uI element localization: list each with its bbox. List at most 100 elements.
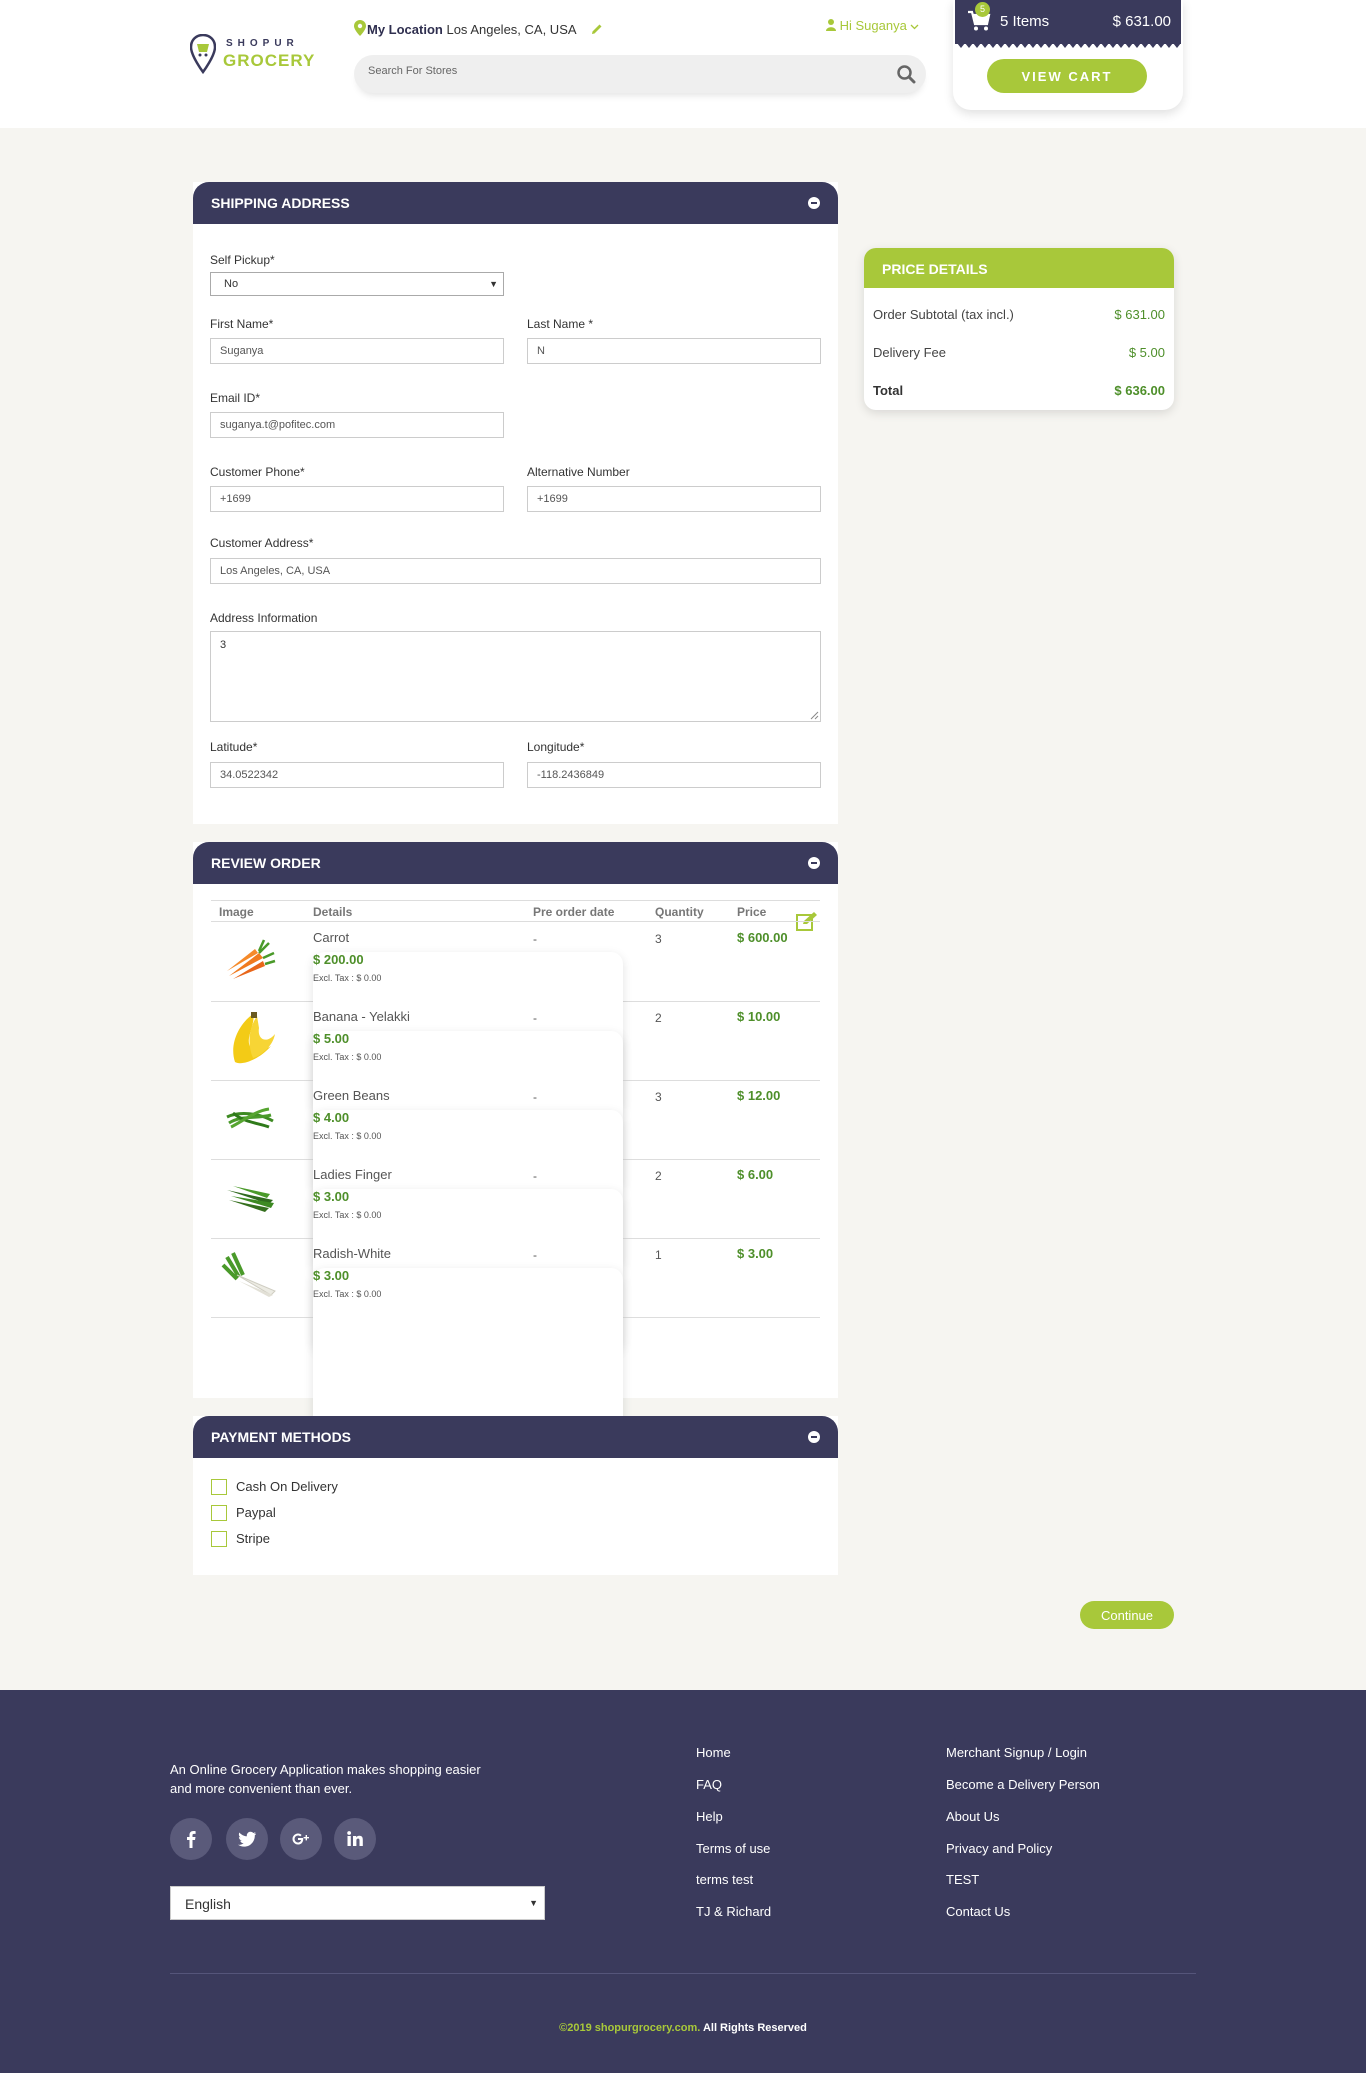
- footer-link-delivery-person[interactable]: Become a Delivery Person: [946, 1777, 1100, 1792]
- footer-link-terms-test[interactable]: terms test: [696, 1872, 753, 1887]
- footer-link-privacy[interactable]: Privacy and Policy: [946, 1841, 1052, 1856]
- footer-link-help[interactable]: Help: [696, 1809, 723, 1824]
- phone-field[interactable]: +1699: [210, 486, 504, 512]
- panel-title: REVIEW ORDER: [211, 855, 321, 871]
- cart-items-count: 5 Items: [1000, 13, 1050, 30]
- twitter-link[interactable]: [226, 1818, 268, 1860]
- language-value: English: [185, 1896, 231, 1912]
- user-greeting: Hi Suganya: [839, 18, 907, 33]
- latitude-field[interactable]: 34.0522342: [210, 762, 504, 788]
- item-total: $ 3.00: [737, 1246, 774, 1261]
- col-preorder: Pre order date: [533, 905, 615, 919]
- self-pickup-select[interactable]: No ▼: [210, 272, 504, 296]
- footer-link-faq[interactable]: FAQ: [696, 1777, 722, 1792]
- payment-option-label: Paypal: [236, 1505, 276, 1520]
- copyright-site[interactable]: ©2019 shopurgrocery.com.: [559, 2022, 700, 2034]
- site-footer: An Online Grocery Application makes shop…: [0, 1690, 1366, 2073]
- item-name: Banana - Yelakki: [313, 1009, 410, 1024]
- google-plus-link[interactable]: [280, 1818, 322, 1860]
- self-pickup-value: No: [224, 278, 239, 290]
- mini-cart: 5 5 Items $ 631.00 VIEW CART: [953, 0, 1183, 110]
- longitude-label: Longitude*: [527, 740, 585, 754]
- footer-link-contact[interactable]: Contact Us: [946, 1904, 1010, 1919]
- item-name: Green Beans: [313, 1088, 390, 1103]
- checkbox[interactable]: [211, 1531, 227, 1547]
- alt-number-field[interactable]: +1699: [527, 486, 821, 512]
- address-info-textarea[interactable]: 3: [210, 631, 821, 722]
- collapse-icon[interactable]: [808, 857, 820, 869]
- item-name: Carrot: [313, 930, 350, 945]
- cart-count-badge: 5: [975, 2, 990, 17]
- item-preorder: -: [533, 1169, 537, 1183]
- panel-title: PAYMENT METHODS: [211, 1429, 352, 1445]
- search-icon[interactable]: [896, 64, 916, 84]
- linkedin-link[interactable]: [334, 1818, 376, 1860]
- footer-link-merchant[interactable]: Merchant Signup / Login: [946, 1745, 1087, 1760]
- collapse-icon[interactable]: [808, 197, 820, 209]
- table-row: Green Beans $ 4.00 Excl. Tax : $ 0.00 - …: [211, 1081, 820, 1272]
- google-plus-icon: [292, 1833, 309, 1845]
- continue-button[interactable]: Continue: [1080, 1601, 1174, 1629]
- mini-cart-summary[interactable]: 5 5 Items $ 631.00: [955, 0, 1181, 48]
- address-field[interactable]: Los Angeles, CA, USA: [210, 558, 821, 584]
- edit-location-icon[interactable]: [591, 23, 603, 35]
- payment-option-label: Cash On Delivery: [236, 1479, 338, 1494]
- longitude-field[interactable]: -118.2436849: [527, 762, 821, 788]
- subtotal-value: $ 631.00: [1114, 307, 1165, 322]
- first-name-field[interactable]: Suganya: [210, 338, 504, 364]
- carrot-image: [227, 939, 276, 979]
- total-value: $ 636.00: [1114, 383, 1165, 398]
- panel-header[interactable]: SHIPPING ADDRESS: [193, 182, 838, 224]
- item-quantity: 3: [655, 932, 662, 946]
- checkbox[interactable]: [211, 1505, 227, 1521]
- item-tax: Excl. Tax : $ 0.00: [313, 1210, 382, 1220]
- logo-pin-icon: [190, 34, 216, 74]
- first-name-label: First Name*: [210, 317, 274, 331]
- panel-header[interactable]: REVIEW ORDER: [193, 842, 838, 884]
- linkedin-icon: [347, 1831, 363, 1846]
- checkbox[interactable]: [211, 1479, 227, 1495]
- site-header: SHOPUR GROCERY My Location Los Angeles, …: [0, 0, 1366, 128]
- footer-link-home[interactable]: Home: [696, 1745, 731, 1760]
- user-menu[interactable]: Hi Suganya: [826, 18, 919, 33]
- last-name-field[interactable]: N: [527, 338, 821, 364]
- last-name-label: Last Name *: [527, 317, 594, 331]
- resize-grip-icon[interactable]: [810, 711, 819, 720]
- facebook-link[interactable]: [170, 1818, 212, 1860]
- twitter-icon: [238, 1831, 256, 1847]
- panel-header[interactable]: PAYMENT METHODS: [193, 1416, 838, 1458]
- chevron-down-icon: [911, 24, 919, 30]
- footer-link-about[interactable]: About Us: [946, 1809, 999, 1824]
- radish-image: [221, 1252, 276, 1297]
- footer-link-tj-richard[interactable]: TJ & Richard: [696, 1904, 771, 1919]
- item-preorder: -: [533, 1090, 537, 1104]
- address-info-value: 3: [220, 639, 227, 651]
- banana-image: [233, 1012, 275, 1064]
- table-row: Ladies Finger $ 3.00 Excl. Tax : $ 0.00 …: [211, 1160, 820, 1351]
- delivery-fee-value: $ 5.00: [1128, 345, 1165, 360]
- panel-title: SHIPPING ADDRESS: [211, 195, 350, 211]
- shipping-address-panel: SHIPPING ADDRESS Self Pickup* No ▼ First…: [193, 182, 838, 824]
- email-field[interactable]: suganya.t@pofitec.com: [210, 412, 504, 438]
- language-select[interactable]: English ▼: [170, 1886, 545, 1920]
- table-row: Radish-White $ 3.00 Excl. Tax : $ 0.00 -…: [211, 1239, 820, 1430]
- footer-link-terms[interactable]: Terms of use: [696, 1841, 770, 1856]
- search-input[interactable]: [368, 65, 868, 77]
- item-name: Radish-White: [313, 1246, 392, 1261]
- logo[interactable]: SHOPUR GROCERY: [190, 34, 314, 78]
- location-value: Los Angeles, CA, USA: [446, 22, 576, 37]
- location-label: My Location: [367, 22, 443, 37]
- col-price: Price: [737, 905, 767, 919]
- review-order-panel: REVIEW ORDER Image Details Pre order dat…: [193, 842, 838, 1430]
- user-icon: [826, 19, 836, 31]
- view-cart-button[interactable]: VIEW CART: [987, 59, 1147, 93]
- logo-text-bottom: GROCERY: [223, 51, 316, 70]
- footer-link-test[interactable]: TEST: [946, 1872, 979, 1887]
- location-pin-icon: [354, 20, 366, 36]
- collapse-icon[interactable]: [808, 1431, 820, 1443]
- item-total: $ 10.00: [737, 1009, 781, 1024]
- item-tax: Excl. Tax : $ 0.00: [313, 1131, 382, 1141]
- item-tax: Excl. Tax : $ 0.00: [313, 1052, 382, 1062]
- self-pickup-label: Self Pickup*: [210, 253, 275, 267]
- email-label: Email ID*: [210, 391, 261, 405]
